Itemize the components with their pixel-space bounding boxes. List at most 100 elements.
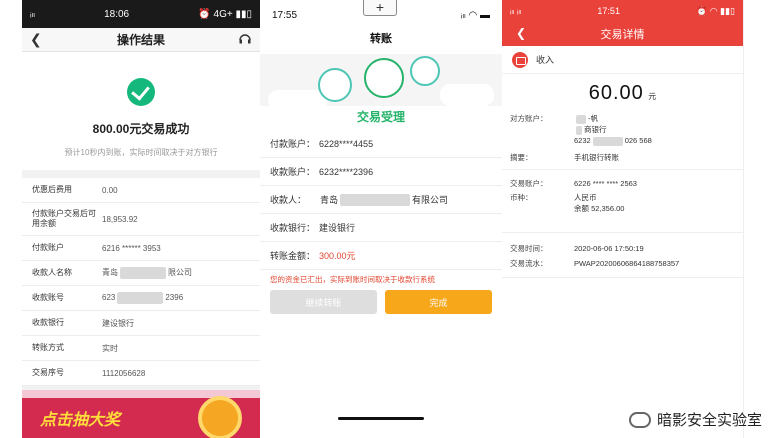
promo-banner[interactable]: 点击抽大奖 [22,390,260,438]
row-label: 付款账户交易后可用余额 [32,209,96,228]
field-payer-account: 付款账户： 6228****4455 [260,130,502,158]
row-label: 收款账号 [32,293,64,302]
signal-icon: ᵢₗₗ [30,8,35,20]
row-value: -帆 商银行 6232 026 568 [574,113,652,146]
category-row: 收入 [502,46,743,74]
status-time: 17:55 [272,9,298,21]
field-payee-bank: 收款银行： 建设银行 [260,214,502,242]
row-label: 收款人名称 [32,268,72,277]
row-label: 交易账户： [510,179,548,188]
accepted-title: 交易受理 [356,110,405,124]
row-label: 对方账户： [510,114,548,123]
action-buttons: 继续转账 完成 [270,290,492,314]
row-value: 人民币余额 52,356.00 [574,192,624,214]
balloon-icon [410,56,440,86]
field-amount: 转账金额： 300.00元 [260,242,502,270]
value-suffix: 2396 [165,293,184,303]
field-value: 6228****4455 [319,138,374,149]
detail-row-serial: 交易序号 1112056628 [22,361,260,386]
row-label: 交易时间： [510,244,548,253]
balance-value: 余额 52,356.00 [574,204,625,213]
signal-icon: ᵢₗₗ ᵢₗₗ [510,5,522,16]
redaction-mask [340,194,411,207]
balloon-icon [318,68,352,102]
category-label: 收入 [536,55,555,65]
result-summary: 800.00元交易成功 预计10秒内到账，实际时间取决于对方银行 [22,52,260,170]
back-icon[interactable]: ❮ [516,26,526,40]
redaction-mask [117,292,164,304]
value-prefix: 6232 [574,136,591,145]
field-value: 建设银行 [319,223,356,233]
detail-row-balance: 付款账户交易后可用余额 18,953.92 [22,203,260,236]
home-indicator [338,417,424,420]
status-icons: ⏰ ◠ ▮▮▯ [696,5,735,16]
wechat-logo-icon [628,411,651,428]
back-icon[interactable]: ❮ [30,31,42,48]
row-value: 手机银行转账 [574,153,619,162]
page-title: 操作结果 [116,33,165,47]
field-payee-account: 收款账户： 6232****2396 [260,158,502,186]
summary-row: 摘要： 手机银行转账 [502,152,743,163]
value-suffix: 026 568 [624,136,652,145]
amount-display: 60.00 元 [502,74,743,109]
prize-wheel-icon [198,396,242,438]
detail-row-transfer-mode: 转账方式 实时 [22,336,260,361]
nav-bar: ❮ 操作结果 [22,28,260,52]
row-label: 摘要： [510,153,533,162]
screen-transfer-accepted: + 17:55 ᵢₗₗ ◠ ▬ 转账 交易受理 付款账户： 6228****44… [260,0,502,438]
field-value: 青岛 有限公司 [320,193,448,207]
row-value: 18,953.92 [102,214,138,224]
page-title: 转账 [370,33,392,45]
continue-transfer-button[interactable]: 继续转账 [270,290,377,314]
currency-value: 人民币 [574,193,597,202]
row-value: 青岛 限公司 [102,267,192,279]
time-section: 交易时间： 2020-06-06 17:50:19 交易流水： PWAP2020… [502,233,743,278]
value-prefix: 青岛 [102,268,118,278]
field-payee-name: 收款人： 青岛 有限公司 [260,186,502,214]
detail-row-payee-name: 收款人名称 青岛 限公司 [22,261,260,286]
status-bar: ᵢₗₗ ᵢₗₗ 17:51 ⏰ ◠ ▮▮▯ [502,0,743,22]
counterparty-bank: 商银行 [584,125,607,134]
watermark-text: 暗影安全实验室 [656,412,762,429]
status-bar: ᵢₗₗ 18:06 ⏰ 4G+ ▮▮▯ [22,0,260,28]
redaction-mask [576,114,586,124]
row-label: 交易流水： [510,259,548,268]
row-label: 优惠后费用 [32,185,72,194]
add-tab-button[interactable]: + [363,0,397,16]
row-value: 6216 ****** 3953 [102,243,161,253]
detail-row-payee-account: 收款账号 623 2396 [22,286,260,311]
account-section: 交易账户： 6226 **** **** 2563 币种： 人民币 余额 52,3… [502,170,743,233]
field-label: 付款账户： [270,139,316,149]
page-title: 交易详情 [600,29,645,41]
row-value: 1112056628 [102,368,146,378]
detail-row-payee-bank: 收款银行 建设银行 [22,311,260,336]
income-icon [512,51,528,68]
cloud-shape [440,84,494,106]
redaction-mask [120,267,166,279]
row-label: 交易序号 [32,368,64,377]
redaction-mask [576,125,582,135]
currency-row: 币种： 人民币 余额 52,356.00 [502,192,743,214]
account-row: 交易账户： 6226 **** **** 2563 [502,178,743,189]
success-check-icon [127,78,155,106]
detail-list: 优惠后费用 0.00 付款账户交易后可用余额 18,953.92 付款账户 62… [22,178,260,386]
detail-row-fee: 优惠后费用 0.00 [22,178,260,203]
row-label: 付款账户 [32,243,64,252]
accepted-illustration: 交易受理 [260,54,502,128]
time-row: 交易时间： 2020-06-06 17:50:19 [502,243,743,254]
row-value: 623 2396 [102,292,183,304]
screen-transfer-result: ᵢₗₗ 18:06 ⏰ 4G+ ▮▮▯ ❮ 操作结果 800.00元交易成功 预… [22,0,260,438]
headset-icon[interactable] [238,32,252,46]
success-amount: 800.00元交易成功 [92,122,190,136]
row-value: PWAP20200606864188758357 [574,259,680,268]
done-button[interactable]: 完成 [385,290,492,314]
nav-bar: ❮ 交易详情 [502,22,743,46]
amount-unit: 元 [648,92,657,101]
transfer-fields: 付款账户： 6228****4455 收款账户： 6232****2396 收款… [260,130,502,270]
funds-sent-warning: 您的资金已汇出，实际到账时间取决于收款行系统 [270,275,435,284]
field-value: 6232****2396 [319,166,374,177]
counterparty-name: -帆 [588,114,598,123]
field-label: 转账金额： [270,251,316,261]
status-time: 18:06 [104,8,130,20]
counterparty-section: 对方账户： -帆 商银行 6232 026 568 摘要： 手机银行转账 [502,109,743,170]
